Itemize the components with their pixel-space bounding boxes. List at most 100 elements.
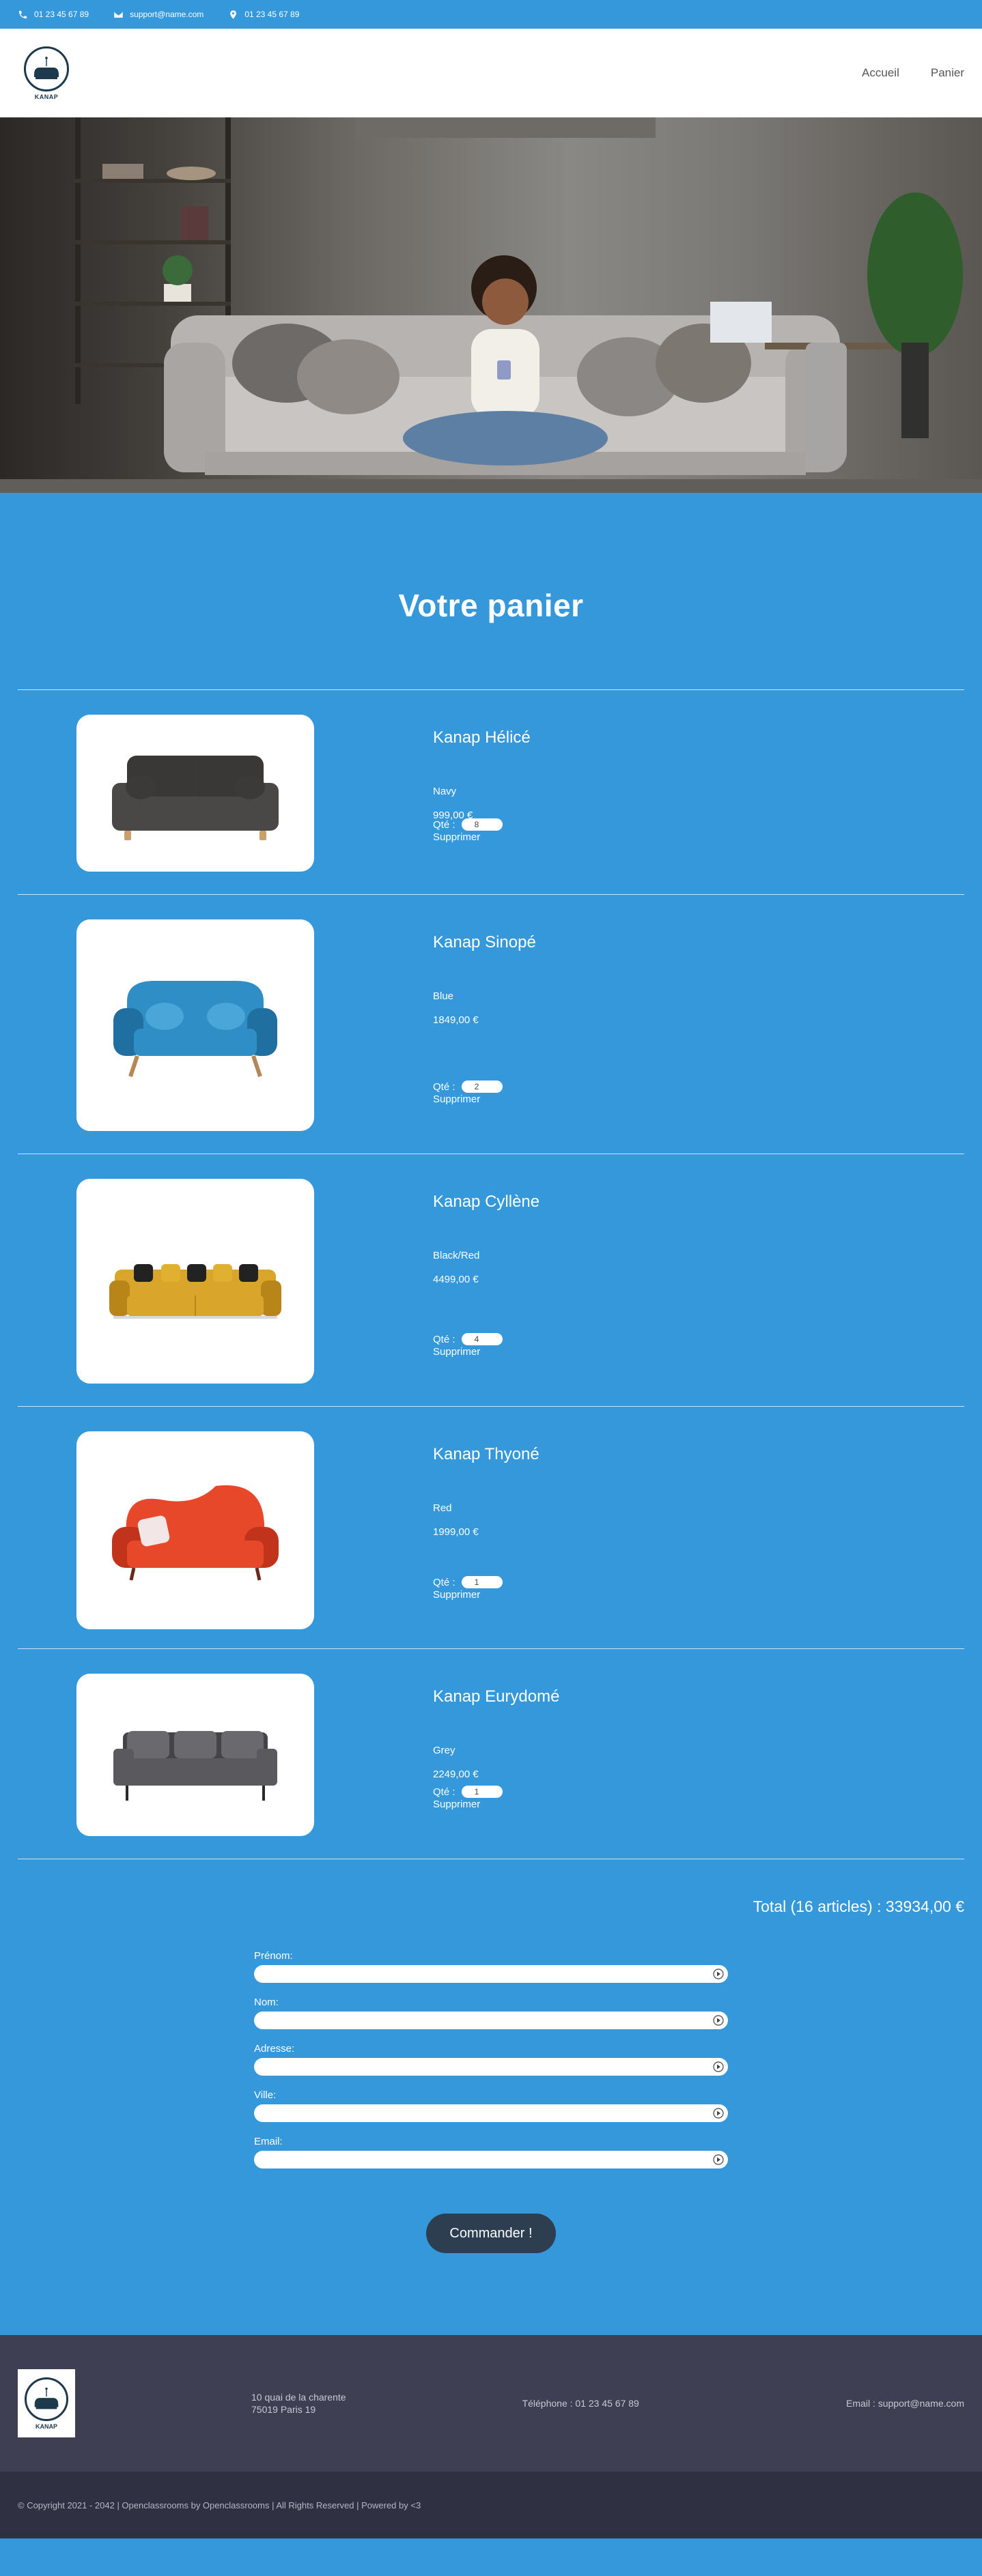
city-input[interactable] xyxy=(254,2104,728,2122)
cart-item-name: Kanap Thyoné xyxy=(433,1445,539,1463)
quantity-label: Qté : xyxy=(433,1576,455,1588)
cart-item-content: Kanap Eurydomé Grey 2249,00 € Qté : Supp… xyxy=(433,1649,964,1859)
sofa-image xyxy=(112,756,279,840)
quantity-input[interactable] xyxy=(461,1786,503,1798)
delete-item-button[interactable]: Supprimer xyxy=(433,1346,503,1358)
cart-item-quantity: Qté : xyxy=(433,1081,503,1093)
cart-item: Kanap Sinopé Blue 1849,00 € Qté : Suppri… xyxy=(18,894,964,1154)
autofill-icon xyxy=(713,2154,724,2165)
cart-item-content: Kanap Hélicé Navy 999,00 € Qté : Supprim… xyxy=(433,690,964,894)
delete-item-button[interactable]: Supprimer xyxy=(433,1093,503,1105)
cart-item-settings: Qté : Supprimer xyxy=(433,1576,503,1601)
form-field-address: Adresse: xyxy=(254,2043,728,2076)
cart-item-color: Black/Red xyxy=(433,1250,480,1261)
contact-location: 01 23 45 67 89 xyxy=(228,10,299,20)
cart-item-image xyxy=(76,1179,314,1384)
footer-logo-text: KANAP xyxy=(35,2422,57,2430)
sofa-logo-icon xyxy=(34,2387,59,2409)
footer-address-line2: 75019 Paris 19 xyxy=(251,2404,316,2415)
cart-item-color: Navy xyxy=(433,786,457,797)
cart-item-settings: Qté : Supprimer xyxy=(433,1786,503,1810)
city-label: Ville: xyxy=(254,2089,277,2101)
cart-item-color: Blue xyxy=(433,990,454,1002)
cart-items: Kanap Hélicé Navy 999,00 € Qté : Supprim… xyxy=(18,689,964,1859)
hero-banner xyxy=(0,117,982,493)
cart-item-image xyxy=(76,715,314,872)
address-input[interactable] xyxy=(254,2058,728,2076)
sofa-logo-icon xyxy=(34,56,59,79)
quantity-label: Qté : xyxy=(433,1333,455,1345)
cart-item-quantity: Qté : xyxy=(433,1576,503,1588)
contact-bar: 01 23 45 67 89 support@name.com 01 23 45… xyxy=(0,0,982,29)
autofill-icon xyxy=(713,2061,724,2072)
footer-logo-emblem xyxy=(25,2377,68,2421)
first-name-input[interactable] xyxy=(254,1965,728,1983)
email-input[interactable] xyxy=(254,2151,728,2169)
form-field-first-name: Prénom: xyxy=(254,1950,728,1983)
cart-item-price: 1999,00 € xyxy=(433,1526,479,1538)
map-pin-icon xyxy=(230,10,237,19)
footer-phone: Téléphone : 01 23 45 67 89 xyxy=(522,2398,639,2409)
cart-item-image xyxy=(76,919,314,1131)
cart-item-image xyxy=(76,1431,314,1629)
contact-phone: 01 23 45 67 89 xyxy=(18,10,89,20)
cart-item-price: 1849,00 € xyxy=(433,1014,479,1026)
submit-row: Commander ! xyxy=(0,2214,982,2335)
delete-item-button[interactable]: Supprimer xyxy=(433,831,503,843)
cart-item: Kanap Eurydomé Grey 2249,00 € Qté : Supp… xyxy=(18,1648,964,1859)
sofa-image xyxy=(112,1485,279,1581)
cart-item-color: Red xyxy=(433,1502,452,1514)
copyright-bar: © Copyright 2021 - 2042 | Openclassrooms… xyxy=(0,2472,982,2538)
delete-item-button[interactable]: Supprimer xyxy=(433,1799,503,1810)
cart-item: Kanap Thyoné Red 1999,00 € Qté : Supprim… xyxy=(18,1406,964,1648)
first-name-label: Prénom: xyxy=(254,1950,293,1962)
main-nav: Accueil Panier xyxy=(862,66,964,80)
quantity-input[interactable] xyxy=(461,1333,503,1345)
first-name-input-wrap xyxy=(254,1965,728,1983)
email-input-wrap xyxy=(254,2151,728,2169)
nav-link-panier[interactable]: Panier xyxy=(931,66,964,80)
city-input-wrap xyxy=(254,2104,728,2122)
sofa-image xyxy=(109,1264,281,1319)
last-name-label: Nom: xyxy=(254,1997,279,2008)
order-form: Prénom: Nom: Adresse: Ville: Email: xyxy=(254,1950,728,2169)
autofill-icon xyxy=(713,2108,724,2119)
footer-logo: KANAP xyxy=(18,2369,75,2437)
cart-item-content: Kanap Sinopé Blue 1849,00 € Qté : Suppri… xyxy=(433,895,964,1154)
cart-item-quantity: Qté : xyxy=(433,1786,503,1798)
footer-address: 10 quai de la charente 75019 Paris 19 xyxy=(251,2391,346,2416)
cart-item-name: Kanap Sinopé xyxy=(433,933,536,951)
cart-item-name: Kanap Hélicé xyxy=(433,728,531,747)
contact-phone-text: 01 23 45 67 89 xyxy=(34,10,89,19)
last-name-input[interactable] xyxy=(254,2012,728,2029)
cart-item-content: Kanap Thyoné Red 1999,00 € Qté : Supprim… xyxy=(433,1407,964,1648)
contact-email: support@name.com xyxy=(113,10,204,20)
cart-item-price: 999,00 € xyxy=(433,810,473,821)
logo-text: KANAP xyxy=(34,93,59,100)
address-input-wrap xyxy=(254,2058,728,2076)
site-footer: KANAP 10 quai de la charente 75019 Paris… xyxy=(0,2335,982,2472)
cart-item-name: Kanap Cyllène xyxy=(433,1192,540,1211)
order-button[interactable]: Commander ! xyxy=(426,2214,556,2253)
cart-title: Votre panier xyxy=(398,588,584,623)
hero-image xyxy=(0,117,982,493)
quantity-label: Qté : xyxy=(433,1786,455,1798)
sofa-image xyxy=(113,981,277,1077)
autofill-icon xyxy=(713,2015,724,2026)
cart-item: Kanap Hélicé Navy 999,00 € Qté : Supprim… xyxy=(18,689,964,894)
site-logo[interactable]: KANAP xyxy=(22,46,71,100)
cart-item-name: Kanap Eurydomé xyxy=(433,1687,560,1706)
cart-item-price: 4499,00 € xyxy=(433,1274,479,1285)
nav-link-accueil[interactable]: Accueil xyxy=(862,66,899,80)
last-name-input-wrap xyxy=(254,2012,728,2029)
quantity-input[interactable] xyxy=(461,818,503,831)
copyright-text: © Copyright 2021 - 2042 | Openclassrooms… xyxy=(18,2500,421,2510)
cart-item-quantity: Qté : xyxy=(433,1333,503,1345)
delete-item-button[interactable]: Supprimer xyxy=(433,1589,503,1601)
cart-total: Total (16 articles) : 33934,00 € xyxy=(753,1898,964,1915)
quantity-input[interactable] xyxy=(461,1576,503,1588)
quantity-input[interactable] xyxy=(461,1081,503,1093)
cart-item-content: Kanap Cyllène Black/Red 4499,00 € Qté : … xyxy=(433,1154,964,1406)
form-field-last-name: Nom: xyxy=(254,1997,728,2029)
cart-item-settings: Qté : Supprimer xyxy=(433,818,503,843)
